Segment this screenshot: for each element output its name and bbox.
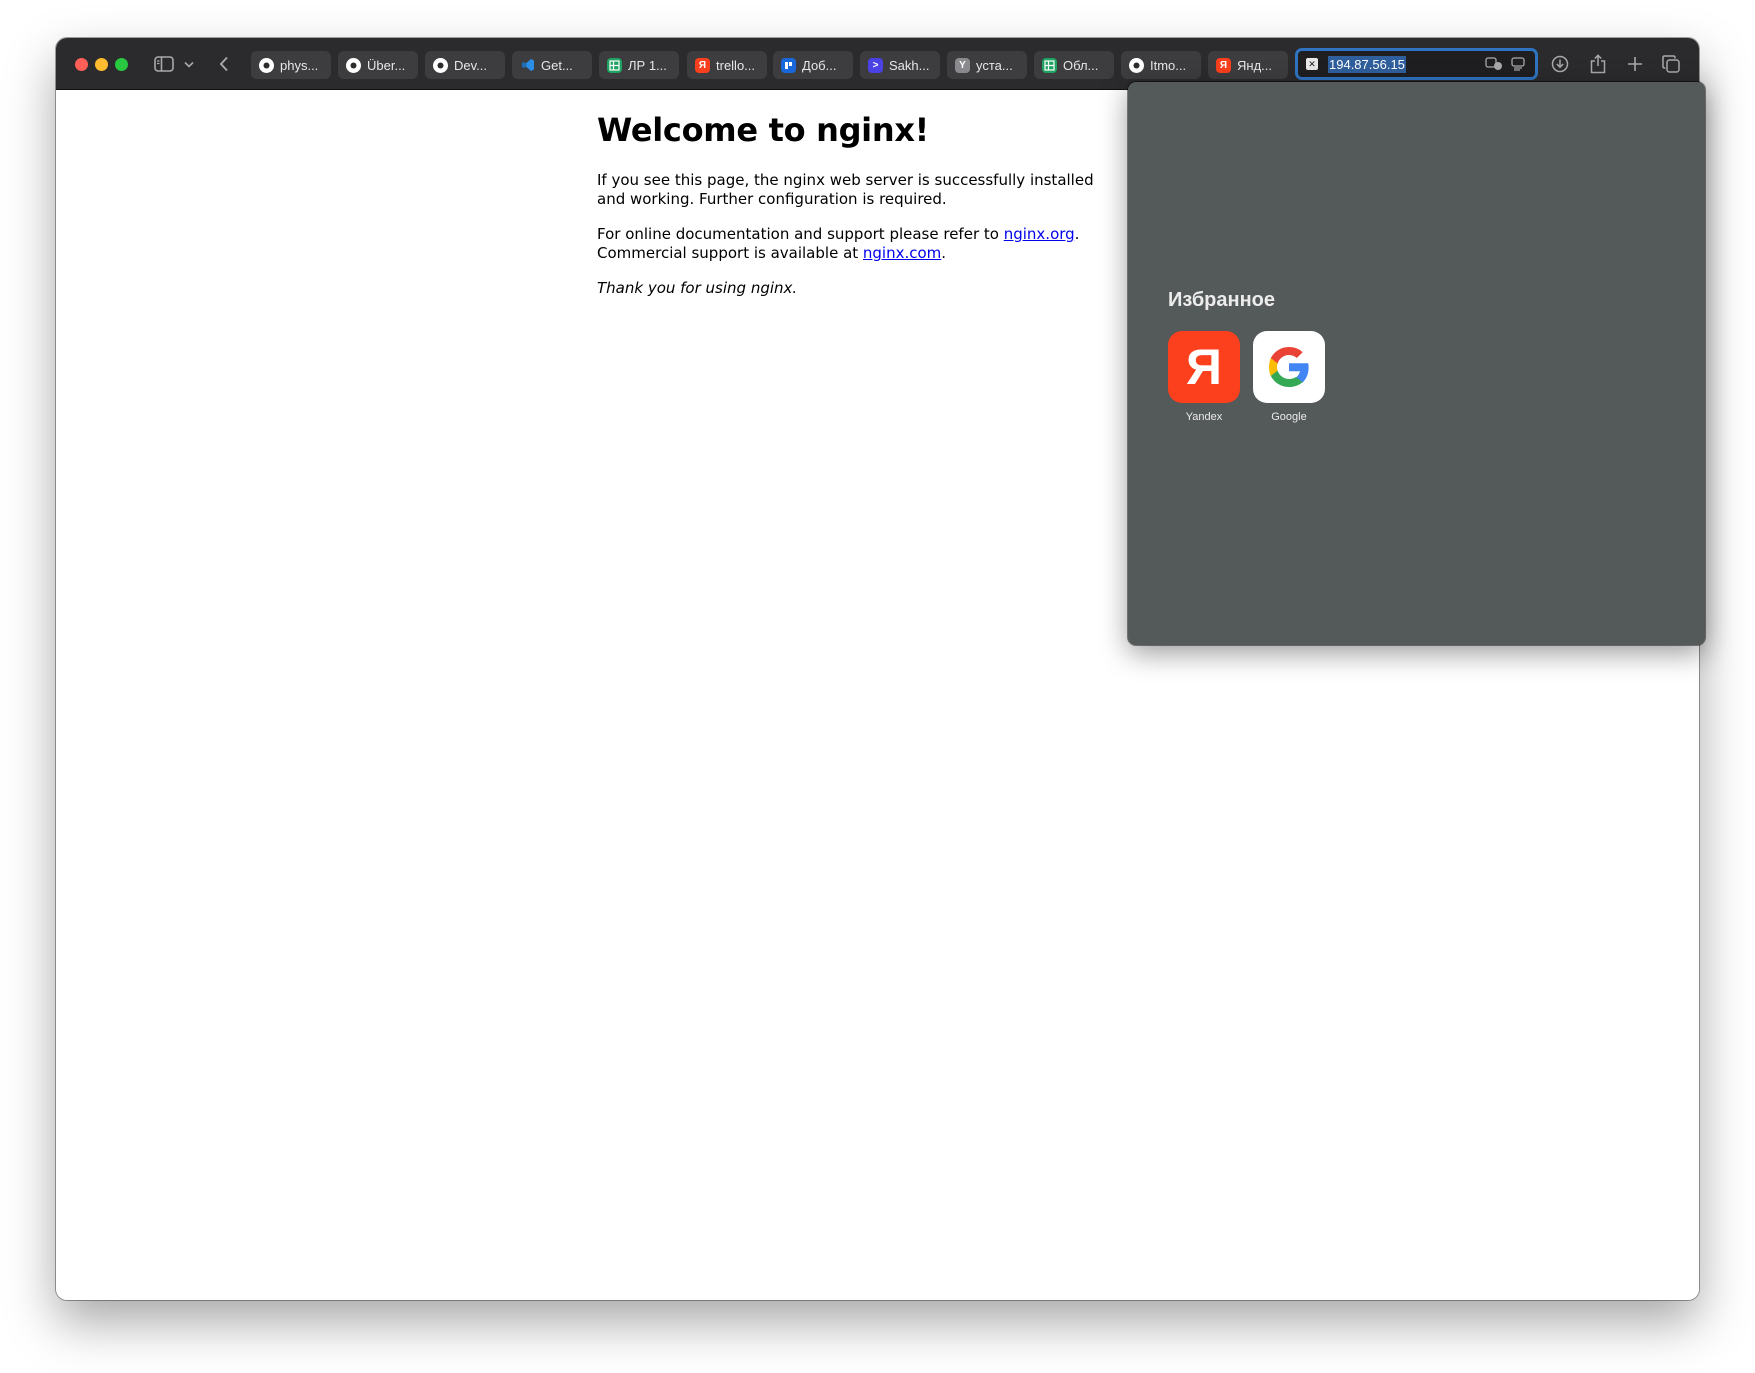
- tab-title: Dev...: [454, 57, 487, 73]
- chatgpt-icon: [259, 57, 274, 73]
- tab-title: phys...: [280, 57, 319, 73]
- nginx-com-link[interactable]: nginx.com: [863, 244, 941, 262]
- chevron-down-icon[interactable]: [182, 52, 196, 76]
- browser-tab[interactable]: Обл...: [1034, 51, 1114, 79]
- browser-tab[interactable]: Itmo...: [1121, 51, 1201, 79]
- yandex-icon: Я: [695, 57, 710, 73]
- thanks-paragraph: Thank you for using nginx.: [597, 279, 1117, 298]
- share-icon[interactable]: [1587, 52, 1609, 76]
- documentation-paragraph: For online documentation and support ple…: [597, 225, 1117, 263]
- address-bar[interactable]: ✕ 194.87.56.15: [1295, 48, 1538, 80]
- tab-title: Über...: [367, 57, 406, 73]
- doc-period: .: [1074, 225, 1080, 243]
- favorites-dropdown: Избранное Я Yandex Google: [1128, 82, 1705, 645]
- tab-title: Itmo...: [1150, 57, 1187, 73]
- favorite-label: Google: [1271, 411, 1307, 423]
- downloads-icon[interactable]: [1549, 52, 1571, 76]
- favorite-yandex[interactable]: Я Yandex: [1167, 331, 1241, 423]
- tab-title: Sakh...: [889, 57, 930, 73]
- trello-icon: [781, 57, 796, 73]
- translate-icon[interactable]: [1485, 57, 1503, 76]
- tab-title: trello...: [716, 57, 756, 73]
- tab-title: Янд...: [1237, 57, 1272, 73]
- sheets-icon: [1042, 57, 1057, 73]
- github-icon: [1129, 57, 1144, 73]
- browser-tab[interactable]: Yуста...: [947, 51, 1027, 79]
- browser-tab[interactable]: phys...: [251, 51, 331, 79]
- browser-tab[interactable]: ЛР 1...: [599, 51, 679, 79]
- commercial-text: Commercial support is available at: [597, 244, 863, 262]
- browser-tab[interactable]: Я Янд...: [1208, 51, 1288, 79]
- favorites-heading: Избранное: [1168, 289, 1276, 311]
- zoom-window-button[interactable]: [115, 58, 128, 71]
- browser-tab[interactable]: Get...: [512, 51, 592, 79]
- tab-title: уста...: [976, 57, 1013, 73]
- tab-title: Доб...: [802, 57, 837, 73]
- back-arrow-icon[interactable]: [216, 52, 232, 76]
- favorite-google[interactable]: Google: [1252, 331, 1326, 423]
- browser-tab[interactable]: Dev...: [425, 51, 505, 79]
- terminal-icon: >: [868, 57, 883, 73]
- github-icon: [433, 57, 448, 73]
- doc-text: For online documentation and support ple…: [597, 225, 1004, 243]
- commercial-period: .: [941, 244, 947, 262]
- minimize-window-button[interactable]: [95, 58, 108, 71]
- reader-icon[interactable]: [1511, 57, 1525, 76]
- browser-tab[interactable]: Über...: [338, 51, 418, 79]
- browser-tab[interactable]: Яtrello...: [687, 51, 767, 79]
- address-bar-url: 194.87.56.15: [1328, 55, 1406, 73]
- tab-title: ЛР 1...: [628, 57, 667, 73]
- nginx-org-link[interactable]: nginx.org: [1004, 225, 1075, 243]
- tab-overview-icon[interactable]: [1660, 52, 1682, 76]
- site-favicon-icon: ✕: [1306, 58, 1318, 70]
- thanks-text: Thank you for using nginx.: [597, 279, 798, 297]
- sidebar-toggle-icon[interactable]: [152, 52, 176, 76]
- close-window-button[interactable]: [75, 58, 88, 71]
- sheets-icon: [607, 57, 622, 73]
- tab-title: Обл...: [1063, 57, 1099, 73]
- browser-tab[interactable]: Доб...: [773, 51, 853, 79]
- tab-title: Get...: [541, 57, 573, 73]
- new-tab-icon[interactable]: [1624, 52, 1646, 76]
- yandex-icon: Я: [1168, 331, 1240, 403]
- yandex-icon: Я: [1216, 57, 1231, 73]
- browser-tab[interactable]: > Sakh...: [860, 51, 940, 79]
- openai-icon: [346, 57, 361, 73]
- page-heading: Welcome to nginx!: [597, 111, 929, 149]
- favorite-label: Yandex: [1185, 411, 1223, 423]
- letter-y-icon: Y: [955, 57, 970, 73]
- nginx-welcome-content: Welcome to nginx! If you see this page, …: [597, 111, 1117, 314]
- google-icon: [1253, 331, 1325, 403]
- vscode-icon: [520, 58, 535, 73]
- yandex-glyph: Я: [1186, 339, 1222, 395]
- intro-paragraph: If you see this page, the nginx web serv…: [597, 171, 1094, 208]
